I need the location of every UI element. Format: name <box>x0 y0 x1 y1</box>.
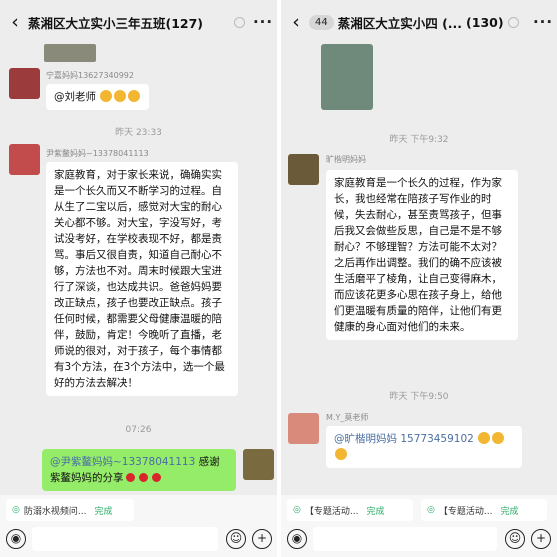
message-text: 家庭教育是一个长久的过程，作为家长，我也经常在陪孩子写作业的时候，失去耐心，甚至… <box>334 177 502 333</box>
rose-icon <box>124 472 163 484</box>
right-chat-window: ‹ 44 蒸湘区大立实小四 (... (130) ··· 昨天 下午9:32 旷… <box>281 0 557 557</box>
message-input[interactable] <box>32 527 218 551</box>
message-input[interactable] <box>313 527 497 551</box>
left-header: ‹ 蒸湘区大立实小三年五班(127) ··· <box>0 0 277 44</box>
quick-task-status: 完成 <box>500 506 519 517</box>
check-icon: ◎ <box>12 505 20 515</box>
message-text: 家庭教育，对于家长来说，确确实实是一个长久而又不断学习的过程。自从生了二宝以后，… <box>54 169 225 389</box>
check-icon: ◎ <box>293 505 301 515</box>
sender-name: 旷楷明妈妈 <box>326 155 366 164</box>
back-icon[interactable]: ‹ <box>283 11 309 33</box>
left-footer: ◎ 防溺水视频问... 完成 ◉ ☺ + <box>0 495 277 557</box>
plus-icon[interactable]: + <box>252 529 272 549</box>
sender-name: 宁嘉妈妈13627340992 <box>46 71 134 80</box>
right-header: ‹ 44 蒸湘区大立实小四 (... (130) ··· <box>281 0 557 44</box>
plus-icon[interactable]: + <box>531 529 551 549</box>
video-message-thumbnail[interactable] <box>321 44 373 110</box>
check-icon: ◎ <box>427 505 435 515</box>
thumbs-up-icon <box>99 90 141 103</box>
member-count: (130) <box>466 14 504 30</box>
emoji-icon[interactable]: ☺ <box>226 529 246 549</box>
image-message-thumbnail[interactable] <box>44 44 96 62</box>
own-message-bubble[interactable]: @尹紫鳌妈妈~13378041113 感谢紫鳌妈妈的分享 <box>42 449 236 491</box>
quick-task-status: 完成 <box>94 506 113 517</box>
timestamp: 昨天 23:33 <box>115 128 162 138</box>
message-bubble[interactable]: @旷楷明妈妈 15773459102 <box>326 426 522 468</box>
more-icon[interactable]: ··· <box>249 13 277 31</box>
mute-icon <box>234 16 245 28</box>
quick-task-button[interactable]: ◎ 【专题活动... 完成 <box>421 499 547 521</box>
sender-name: 尹紫鳌妈妈~13378041113 <box>46 149 149 158</box>
avatar[interactable] <box>9 144 40 175</box>
quick-task-label: 防溺水视频问... <box>23 506 87 517</box>
avatar[interactable] <box>288 154 319 185</box>
message-text: @刘老师 <box>54 91 96 103</box>
quick-task-button[interactable]: ◎ 防溺水视频问... 完成 <box>6 499 134 521</box>
avatar[interactable] <box>243 449 274 480</box>
timestamp: 昨天 下午9:50 <box>389 392 449 402</box>
avatar[interactable] <box>9 68 40 99</box>
mention-link[interactable]: @尹紫鳌妈妈~13378041113 <box>50 456 195 468</box>
quick-task-status: 完成 <box>366 506 385 517</box>
mute-icon <box>507 16 519 28</box>
phone-link[interactable]: 15773459102 <box>400 433 474 445</box>
more-icon[interactable]: ··· <box>529 13 557 31</box>
message-bubble[interactable]: 家庭教育，对于家长来说，确确实实是一个长久而又不断学习的过程。自从生了二宝以后，… <box>46 162 238 396</box>
voice-icon[interactable]: ◉ <box>287 529 307 549</box>
mention-link[interactable]: @旷楷明妈妈 <box>334 433 400 445</box>
back-icon[interactable]: ‹ <box>2 11 28 33</box>
timestamp: 昨天 下午9:32 <box>389 135 449 145</box>
chat-title: 蒸湘区大立实小三年五班(127) <box>28 15 204 31</box>
timestamp: 07:26 <box>125 425 152 435</box>
quick-task-button[interactable]: ◎ 【专题活动... 完成 <box>287 499 413 521</box>
quick-task-label: 【专题活动... <box>304 506 359 517</box>
avatar[interactable] <box>288 413 319 444</box>
right-footer: ◎ 【专题活动... 完成 ◎ 【专题活动... 完成 ◉ ☺ + <box>281 495 557 557</box>
quick-task-label: 【专题活动... <box>438 506 493 517</box>
message-bubble[interactable]: @刘老师 <box>46 84 150 110</box>
chat-title: 蒸湘区大立实小四 (... <box>337 15 463 31</box>
unread-badge: 44 <box>309 14 334 30</box>
voice-icon[interactable]: ◉ <box>6 529 26 549</box>
emoji-icon[interactable]: ☺ <box>505 529 525 549</box>
message-bubble[interactable]: 家庭教育是一个长久的过程，作为家长，我也经常在陪孩子写作业的时候，失去耐心，甚至… <box>326 170 518 340</box>
left-chat-window: ‹ 蒸湘区大立实小三年五班(127) ··· 宁嘉妈妈13627340992 @… <box>0 0 277 557</box>
sender-name: M.Y_莫老师 <box>326 413 369 422</box>
